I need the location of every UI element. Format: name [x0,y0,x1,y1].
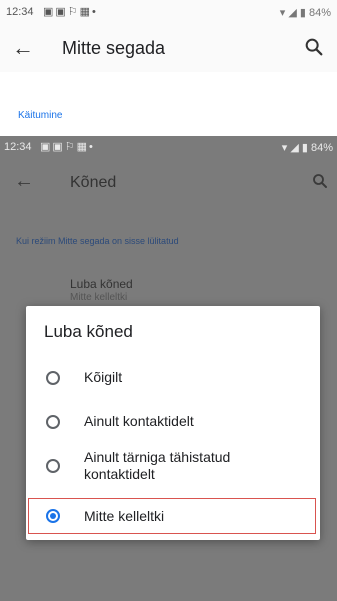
radio-checked-icon[interactable] [46,509,60,523]
section-header: Käitumine [18,110,63,121]
app-bar: ← Mitte segada [0,24,337,72]
inner-status-right: ▾ ◢ ▮ 84% [282,141,333,154]
status-right: ▾ ◢ ▮ 84% [280,6,331,19]
inner-section-header: Kui režiim Mitte segada on sisse lülitat… [16,236,179,246]
radio-unchecked-icon[interactable] [46,371,60,385]
notification-icons: ▣▣⚐▦• [43,6,98,18]
option-label: Kõigilt [84,369,123,385]
dialog-title: Luba kõned [44,322,133,341]
inner-search-icon[interactable] [311,172,329,190]
search-icon[interactable] [303,36,325,58]
back-arrow-icon[interactable]: ← [12,35,34,61]
wifi-icon: ▾ [279,7,286,19]
inner-status-bar: 12:34 ▣▣⚐▦• ▾ ◢ ▮ 84% [0,136,337,158]
inner-notification-icons: ▣▣⚐▦• [40,141,95,153]
battery-icon: ▮ [299,7,306,19]
inner-signal-icon: ◢ [290,142,299,154]
option-label: Mitte kelleltki [84,508,165,524]
option-starred-contacts[interactable]: Ainult tärniga tähistatud kontaktidelt [26,443,320,487]
option-label: Ainult kontaktidelt [84,413,194,429]
inner-page-title: Kõned [70,174,117,191]
allow-calls-dialog: Luba kõned Kõigilt Ainult kontaktidelt A… [26,306,320,540]
option-nobody[interactable]: Mitte kelleltki [26,500,320,534]
inner-wifi-icon: ▾ [281,142,288,154]
preference-title[interactable]: Luba kõned [70,277,133,291]
option-label: Ainult tärniga tähistatud kontaktidelt [84,449,231,482]
page-title: Mitte segada [62,38,166,58]
radio-unchecked-icon[interactable] [46,415,60,429]
inner-app-bar: ← Kõned [0,158,337,206]
status-bar: 12:34 ▣▣⚐▦• ▾ ◢ ▮ 84% [0,0,337,24]
status-time: 12:34 [6,6,34,18]
inner-screen: 12:34 ▣▣⚐▦• ▾ ◢ ▮ 84% ← Kõned Kui režiim… [0,136,337,601]
signal-icon: ◢ [288,7,297,19]
radio-unchecked-icon[interactable] [46,459,60,473]
inner-status-time: 12:34 [4,141,32,153]
inner-battery-percent: 84% [310,142,333,154]
inner-battery-icon: ▮ [301,142,308,154]
battery-percent: 84% [308,7,331,19]
option-everyone[interactable]: Kõigilt [26,361,320,395]
preference-summary: Mitte kelleltki [70,292,128,303]
option-contacts-only[interactable]: Ainult kontaktidelt [26,405,320,439]
inner-back-arrow-icon[interactable]: ← [14,170,34,193]
